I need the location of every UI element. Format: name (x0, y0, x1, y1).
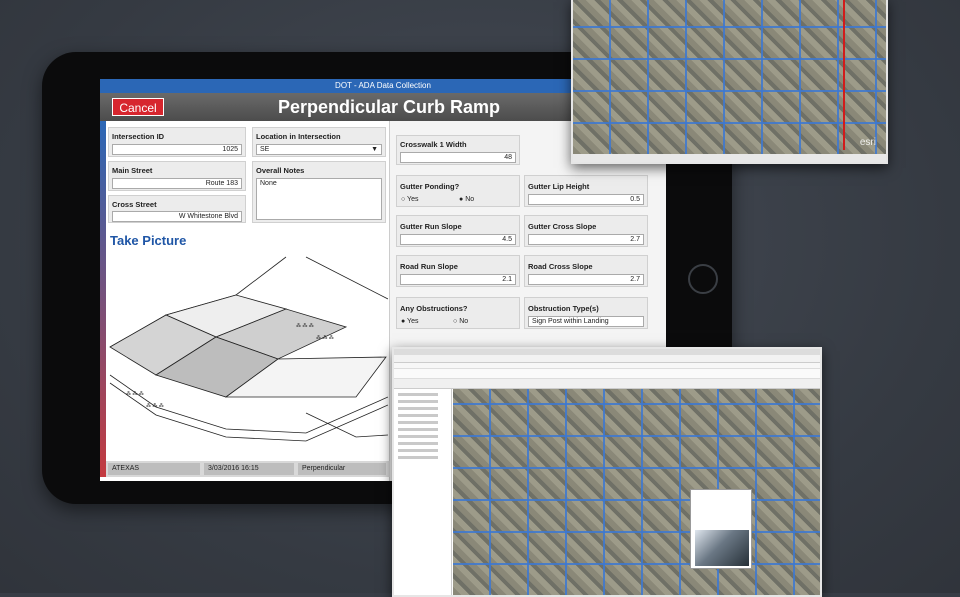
cross-street-panel: Cross Street W Whitestone Blvd (108, 195, 246, 223)
overall-notes-panel: Overall Notes None (252, 161, 386, 223)
feature-popup[interactable] (690, 489, 752, 569)
curb-ramp-diagram: ⁂ ⁂ ⁂ ⁂ ⁂ ⁂ ⁂ ⁂ ⁂ ⁂ ⁂ ⁂ (109, 256, 388, 442)
gutter-cross-slope-panel: Gutter Cross Slope 2.7 (524, 215, 648, 247)
road-run-slope-panel: Road Run Slope 2.1 (396, 255, 520, 287)
gutter-run-slope-field[interactable]: 4.5 (400, 234, 516, 245)
ramp-photo (695, 530, 749, 566)
crosswalk-width-label: Crosswalk 1 Width (400, 140, 467, 149)
main-street-label: Main Street (112, 166, 153, 175)
any-obstructions-yes-label: Yes (407, 318, 419, 325)
legend-item (398, 442, 438, 445)
obstruction-types-field[interactable]: Sign Post within Landing (528, 316, 644, 327)
legend-item (398, 414, 438, 417)
legend-item (398, 456, 438, 459)
gutter-ponding-label: Gutter Ponding? (400, 182, 460, 191)
legend-item (398, 407, 438, 410)
road-run-slope-label: Road Run Slope (400, 262, 458, 271)
svg-text:⁂ ⁂ ⁂: ⁂ ⁂ ⁂ (146, 403, 164, 409)
any-obstructions-panel: Any Obstructions? ● Yes ○ No (396, 297, 520, 329)
any-obstructions-yes-radio[interactable]: ● Yes (401, 318, 418, 325)
browser-map-window (392, 347, 822, 597)
gutter-lip-height-field[interactable]: 0.5 (528, 194, 644, 205)
legend-sidebar (394, 389, 452, 595)
overall-notes-label: Overall Notes (256, 166, 305, 175)
home-button[interactable] (688, 264, 718, 294)
esri-logo: esri (859, 137, 876, 148)
route-line (843, 0, 845, 150)
aerial-map[interactable] (453, 389, 820, 595)
gutter-lip-height-panel: Gutter Lip Height 0.5 (524, 175, 648, 207)
gutter-run-slope-label: Gutter Run Slope (400, 222, 462, 231)
map-status-bar (573, 154, 886, 162)
overall-notes-field[interactable]: None (256, 178, 382, 220)
legend-item (398, 428, 438, 431)
location-select[interactable]: SE ▼ (256, 144, 382, 155)
app-header (394, 369, 820, 379)
crosswalk-width-field[interactable]: 48 (400, 152, 516, 163)
gutter-ponding-panel: Gutter Ponding? ○ Yes ● No (396, 175, 520, 207)
legend-item (398, 421, 438, 424)
aerial-map[interactable] (573, 0, 886, 154)
obstruction-types-panel: Obstruction Type(s) Sign Post within Lan… (524, 297, 648, 329)
gutter-ponding-no-label: No (465, 196, 475, 203)
intersection-id-label: Intersection ID (112, 132, 165, 141)
gutter-ponding-yes-radio[interactable]: ○ Yes (401, 196, 418, 203)
location-value: SE (260, 146, 270, 153)
crosswalk-width-panel: Crosswalk 1 Width 48 (396, 135, 520, 165)
any-obstructions-no-radio[interactable]: ○ No (453, 318, 468, 325)
status-type: Perpendicular (298, 463, 386, 475)
main-street-panel: Main Street Route 183 (108, 161, 246, 191)
map-toolbar (394, 379, 820, 389)
cross-street-label: Cross Street (112, 200, 157, 209)
road-cross-slope-field[interactable]: 2.7 (528, 274, 644, 285)
svg-text:⁂ ⁂ ⁂: ⁂ ⁂ ⁂ (316, 335, 334, 341)
status-datetime: 3/03/2016 16:15 (204, 463, 294, 475)
legend-item (398, 400, 438, 403)
obstruction-types-label: Obstruction Type(s) (528, 304, 599, 313)
gutter-run-slope-panel: Gutter Run Slope 4.5 (396, 215, 520, 247)
road-cross-slope-label: Road Cross Slope (528, 262, 593, 271)
cross-street-field[interactable]: W Whitestone Blvd (112, 211, 242, 222)
gutter-lip-height-label: Gutter Lip Height (528, 182, 590, 191)
gutter-cross-slope-field[interactable]: 2.7 (528, 234, 644, 245)
gutter-ponding-yes-label: Yes (407, 196, 419, 203)
chevron-down-icon: ▼ (371, 146, 378, 153)
location-panel: Location in Intersection SE ▼ (252, 127, 386, 157)
intersection-id-field[interactable]: 1025 (112, 144, 242, 155)
form-title: Perpendicular Curb Ramp (278, 97, 501, 117)
main-street-field[interactable]: Route 183 (112, 178, 242, 189)
road-run-slope-field[interactable]: 2.1 (400, 274, 516, 285)
svg-text:⁂ ⁂ ⁂: ⁂ ⁂ ⁂ (126, 391, 144, 397)
status-user: ATEXAS (108, 463, 200, 475)
legend-item (398, 393, 438, 396)
take-picture-button[interactable]: Take Picture (110, 233, 186, 248)
gutter-cross-slope-label: Gutter Cross Slope (528, 222, 597, 231)
location-label: Location in Intersection (256, 132, 341, 141)
status-bar: ATEXAS 3/03/2016 16:15 Perpendicular (106, 461, 390, 477)
gutter-ponding-no-radio[interactable]: ● No (459, 196, 474, 203)
browser-address-bar[interactable] (394, 355, 820, 363)
legend-item (398, 449, 438, 452)
legend-item (398, 435, 438, 438)
svg-text:⁂ ⁂ ⁂: ⁂ ⁂ ⁂ (296, 323, 314, 329)
any-obstructions-no-label: No (459, 318, 469, 325)
any-obstructions-label: Any Obstructions? (400, 304, 468, 313)
intersection-id-panel: Intersection ID 1025 (108, 127, 246, 157)
cancel-button[interactable]: Cancel (112, 98, 164, 116)
road-cross-slope-panel: Road Cross Slope 2.7 (524, 255, 648, 287)
map-window-top: esri (571, 0, 888, 164)
